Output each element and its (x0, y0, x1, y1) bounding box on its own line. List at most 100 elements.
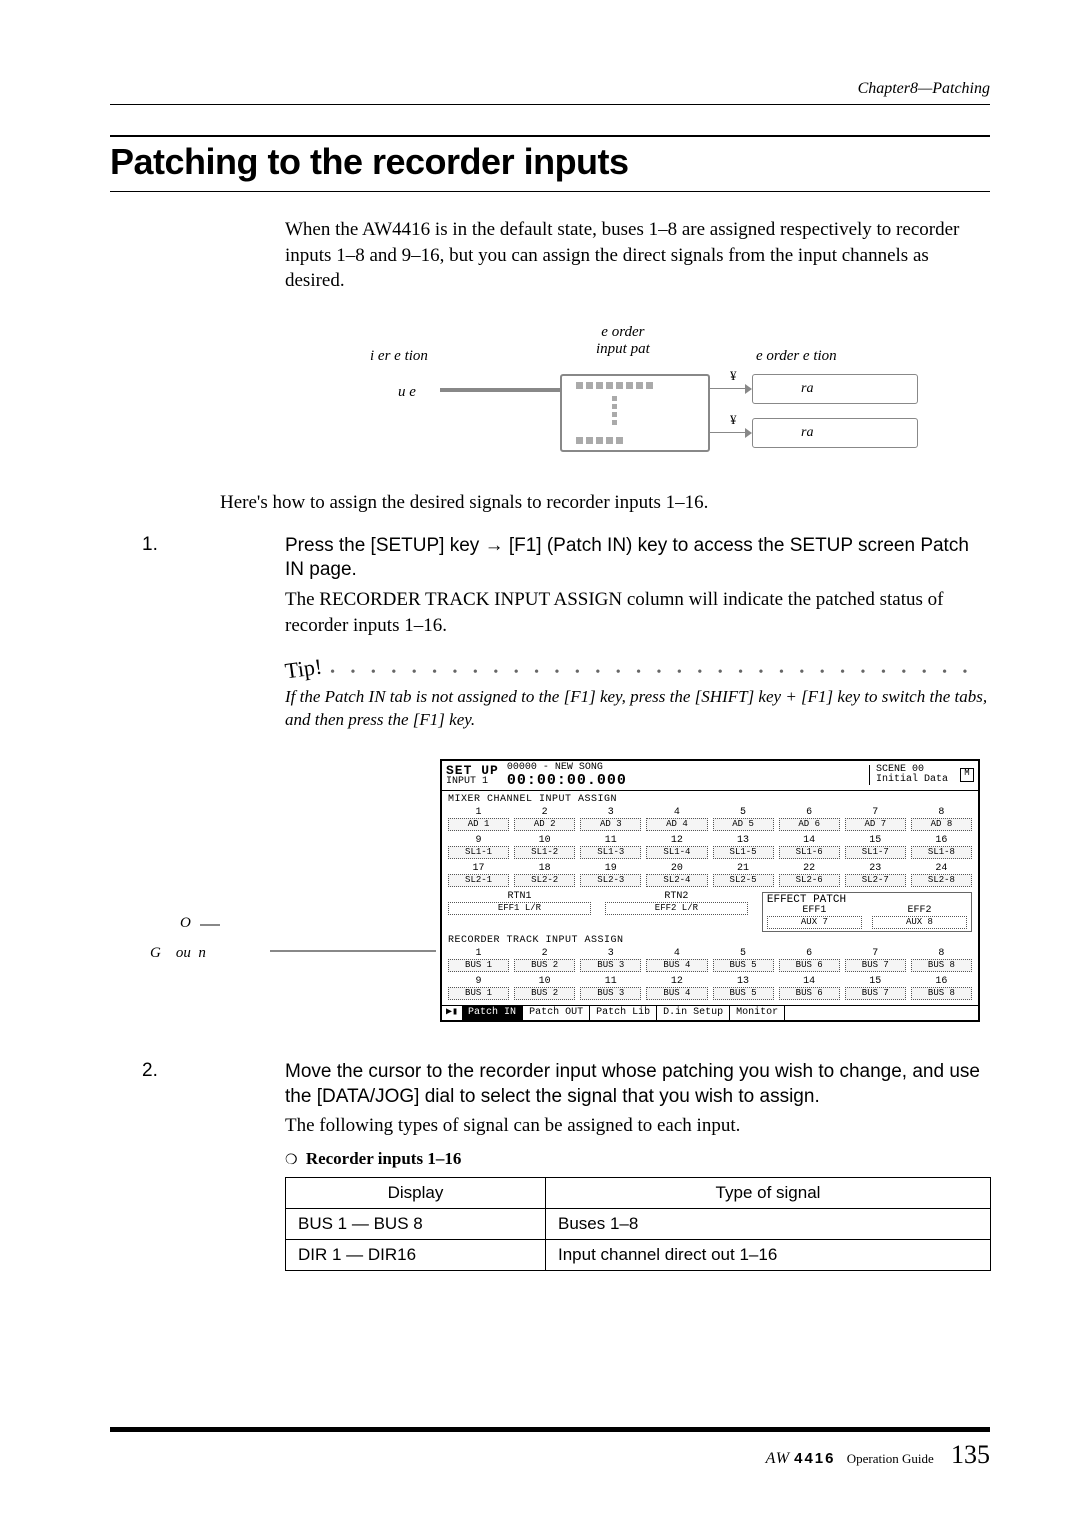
bullet-icon: ❍ (285, 1153, 298, 1168)
patch-cell: 9BUS 1 (448, 977, 509, 1000)
page-number: 135 (951, 1440, 990, 1469)
patch-cell: 13SL1-5 (713, 836, 774, 859)
patch-cell: 22SL2-6 (779, 864, 840, 887)
effect-patch-title: EFFECT PATCH (767, 895, 967, 906)
diagram-label: e order e tion (756, 348, 837, 365)
step-number: 2. (110, 1060, 285, 1109)
section-title: MIXER CHANNEL INPUT ASSIGN (448, 795, 972, 805)
tab-din-setup[interactable]: D.in Setup (657, 1006, 730, 1020)
divider (110, 191, 990, 192)
tab-monitor[interactable]: Monitor (730, 1006, 785, 1020)
patch-cell: 4AD 4 (646, 808, 707, 831)
diagram-line (440, 388, 560, 392)
rtn2-value: EFF2 L/R (605, 902, 748, 915)
play-icon: ▶▮ (442, 1006, 462, 1020)
patch-cell: 2BUS 2 (514, 949, 575, 972)
eff1-label: EFF1 (767, 906, 862, 916)
intro-paragraph: When the AW4416 is in the default state,… (285, 217, 990, 294)
scene-value: Initial Data (876, 775, 948, 785)
patch-cell: 6AD 6 (779, 808, 840, 831)
track-box-icon: ra (752, 418, 918, 448)
patch-cell: 8BUS 8 (911, 949, 972, 972)
patch-cell: 21SL2-5 (713, 864, 774, 887)
rtn1-label: RTN1 (448, 892, 591, 902)
patch-cell: 2AD 2 (514, 808, 575, 831)
patch-cell: 11SL1-3 (580, 836, 641, 859)
signal-table: Display Type of signal BUS 1 — BUS 8 Bus… (285, 1177, 991, 1271)
patch-cell: 17SL2-1 (448, 864, 509, 887)
patch-cell: 11BUS 3 (580, 977, 641, 1000)
patch-cell: 5BUS 5 (713, 949, 774, 972)
patch-cell: 3BUS 3 (580, 949, 641, 972)
page-title: Patching to the recorder inputs (110, 141, 990, 183)
eff2-label: EFF2 (872, 906, 967, 916)
patch-cell: 16SL1-8 (911, 836, 972, 859)
callout-label: O (180, 915, 191, 932)
patch-cell: 24SL2-8 (911, 864, 972, 887)
chapter-label: Chapter8—Patching (110, 80, 990, 98)
diagram-label: u e (398, 384, 416, 401)
rtn1-value: EFF1 L/R (448, 902, 591, 915)
patch-cell: 13BUS 5 (713, 977, 774, 1000)
tip-icon: Tip! (283, 654, 323, 685)
table-row: DIR 1 — DIR16 Input channel direct out 1… (286, 1240, 991, 1271)
divider (110, 104, 990, 105)
patch-cell: 16BUS 8 (911, 977, 972, 1000)
callout-line (200, 924, 220, 926)
section-title: RECORDER TRACK INPUT ASSIGN (448, 936, 972, 946)
diagram-label: i er e tion (370, 348, 428, 365)
col-display: Display (286, 1178, 546, 1209)
eff1-value: AUX 7 (767, 916, 862, 929)
tab-patch-out[interactable]: Patch OUT (523, 1006, 590, 1020)
rtn2-label: RTN2 (605, 892, 748, 902)
patch-cell: 19SL2-3 (580, 864, 641, 887)
patch-cell: 12SL1-4 (646, 836, 707, 859)
patch-cell: 23SL2-7 (845, 864, 906, 887)
patch-cell: 10SL1-2 (514, 836, 575, 859)
patch-cell: 12BUS 4 (646, 977, 707, 1000)
track-box-icon: ra (752, 374, 918, 404)
menu-icon: M (960, 768, 974, 782)
divider (110, 135, 990, 137)
callout-line (270, 950, 436, 952)
step-1-body: The RECORDER TRACK INPUT ASSIGN column w… (285, 587, 990, 638)
patch-cell: 1AD 1 (448, 808, 509, 831)
brand-logo: AW (766, 1450, 791, 1467)
patch-cell: 7BUS 7 (845, 949, 906, 972)
patch-cell: 14SL1-6 (779, 836, 840, 859)
arrow-label: ¥ (730, 368, 737, 384)
patch-cell: 5AD 5 (713, 808, 774, 831)
patch-cell: 18SL2-2 (514, 864, 575, 887)
patch-cell: 10BUS 2 (514, 977, 575, 1000)
callout-label: G ou n (150, 945, 206, 962)
patch-cell: 4BUS 4 (646, 949, 707, 972)
arrow-icon (710, 432, 750, 434)
signal-flow-diagram: i er e tion e order input pat e order e … (310, 318, 940, 468)
patch-box-icon (560, 374, 710, 452)
screen-title: SET UP (446, 764, 499, 777)
patch-cell: 9SL1-1 (448, 836, 509, 859)
patch-cell: 3AD 3 (580, 808, 641, 831)
dotted-divider: • • • • • • • • • • • • • • • • • • • • … (330, 665, 990, 673)
patch-cell: 8AD 8 (911, 808, 972, 831)
lead-text: Here's how to assign the desired signals… (220, 490, 990, 516)
tip-text: If the Patch IN tab is not assigned to t… (285, 686, 990, 732)
table-row: BUS 1 — BUS 8 Buses 1–8 (286, 1209, 991, 1240)
arrow-label: ¥ (730, 412, 737, 428)
patch-cell: 20SL2-4 (646, 864, 707, 887)
patch-cell: 15BUS 7 (845, 977, 906, 1000)
patch-cell: 14BUS 6 (779, 977, 840, 1000)
screen-subtitle: INPUT 1 (446, 777, 499, 787)
eff2-value: AUX 8 (872, 916, 967, 929)
arrow-icon (710, 388, 750, 390)
tab-patch-in[interactable]: Patch IN (462, 1006, 523, 1020)
callout-labels: O G ou n (110, 750, 440, 1030)
page-footer: AW4416 Operation Guide 135 (110, 1427, 990, 1470)
model-number: 4416 (794, 1450, 835, 1467)
tab-patch-lib[interactable]: Patch Lib (590, 1006, 657, 1020)
timecode: 00:00:00.000 (507, 773, 627, 788)
patch-cell: 15SL1-7 (845, 836, 906, 859)
patch-cell: 6BUS 6 (779, 949, 840, 972)
table-heading: ❍ Recorder inputs 1–16 (285, 1149, 990, 1169)
diagram-label: e order input pat (596, 324, 650, 358)
